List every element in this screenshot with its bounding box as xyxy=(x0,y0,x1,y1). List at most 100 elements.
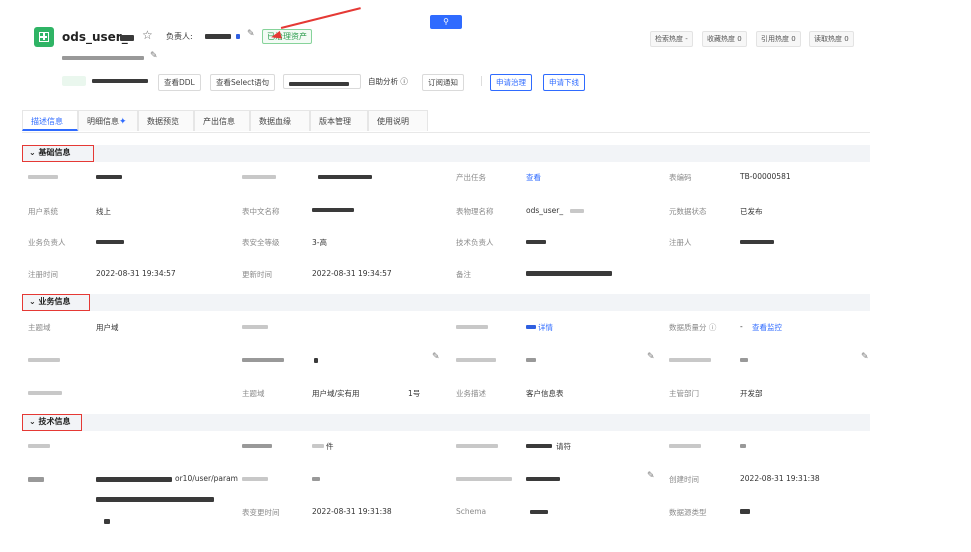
output-task-label: 产出任务 xyxy=(456,173,486,182)
biz-link-redacted xyxy=(526,325,536,329)
edit-field-2-pencil-icon[interactable]: ✎ xyxy=(647,352,655,362)
table-code-label: 表编码 xyxy=(669,173,692,182)
subscribe-button[interactable]: 订阅通知 xyxy=(422,74,464,91)
biz-row2-label-redacted xyxy=(28,358,60,362)
metric-search-heat: 检索热度 - xyxy=(650,31,693,47)
business-section-header[interactable]: ⌄ 业务信息 xyxy=(22,294,90,311)
governed-asset-tag: 已治理资产 xyxy=(262,29,312,44)
biz-owner-redacted xyxy=(96,240,124,244)
metric-read-heat: 读取热度 0 xyxy=(809,31,854,47)
tech-owner-label: 技术负责人 xyxy=(456,238,494,247)
security-label: 表安全等级 xyxy=(242,238,280,247)
auto-analysis-button[interactable]: 自助分析 ⓘ xyxy=(368,76,408,87)
biz-desc-label: 业务描述 xyxy=(456,389,486,398)
toolbar-divider xyxy=(481,76,482,86)
subject-value: 用户域 xyxy=(96,323,119,332)
subject2-value: 用户域/实有用 xyxy=(312,389,360,398)
tech-row2-value2-redacted xyxy=(312,477,320,481)
table-code-value: TB-00000581 xyxy=(740,172,791,181)
schema-value-redacted xyxy=(530,510,548,514)
table-description-redacted xyxy=(62,56,144,60)
view-ddl-button[interactable]: 查看DDL xyxy=(158,74,201,91)
update-time-value: 2022-08-31 19:34:57 xyxy=(312,269,392,278)
edit-field-3-pencil-icon[interactable]: ✎ xyxy=(861,352,869,362)
biz-owner-label: 业务负责人 xyxy=(28,238,66,247)
tech-row2-label-redacted xyxy=(28,477,44,482)
schema-label: Schema xyxy=(456,507,487,516)
biz-row2-label4-redacted xyxy=(669,358,711,362)
phys-name-value: ods_user_ xyxy=(526,206,564,215)
tab-preview[interactable]: 数据预览 xyxy=(138,110,194,131)
biz-desc-value: 客户信息表 xyxy=(526,389,564,398)
toolbar-redacted-button[interactable] xyxy=(283,74,361,89)
tech-row1-label2-redacted xyxy=(242,444,272,448)
tech-row1-value3-redacted xyxy=(526,444,552,448)
edit-field-1-pencil-icon[interactable]: ✎ xyxy=(432,352,440,362)
basic-section-header[interactable]: ⌄ 基础信息 xyxy=(22,145,94,162)
tech-format-suffix: 请符 xyxy=(556,442,571,451)
tech-path-redacted xyxy=(96,477,172,482)
subject2-suffix: 1号 xyxy=(408,389,421,398)
tab-description[interactable]: 描述信息 xyxy=(22,110,78,131)
edit-tech-field-pencil-icon[interactable]: ✎ xyxy=(647,471,655,481)
basic-section-bar xyxy=(22,145,870,162)
biz-row2-value-redacted xyxy=(314,358,318,363)
tab-usage[interactable]: 使用说明 xyxy=(368,110,428,131)
tech-row1-value4-redacted xyxy=(740,444,746,448)
edit-owner-pencil-icon[interactable]: ✎ xyxy=(247,29,255,39)
tab-lineage[interactable]: 数据血缘 xyxy=(250,110,310,131)
change-time-value: 2022-08-31 19:31:38 xyxy=(312,507,392,516)
basic-label-1-redacted xyxy=(28,175,58,179)
basic-label-2-redacted xyxy=(242,175,276,179)
edit-description-pencil-icon[interactable]: ✎ xyxy=(150,51,158,61)
basic-value-2-redacted xyxy=(318,175,372,179)
output-task-link[interactable]: 查看 xyxy=(526,172,541,183)
owner-label: 负责人: xyxy=(166,32,193,41)
tech-file-suffix: 件 xyxy=(326,442,334,451)
tech-owner-redacted xyxy=(526,240,546,244)
biz-label-2-redacted xyxy=(242,325,268,329)
owner-dot xyxy=(236,34,240,39)
detail-tabs: 描述信息 明细信息✦ 数据预览 产出信息 数据血缘 版本管理 使用说明 xyxy=(22,110,870,133)
view-monitor-link[interactable]: 查看监控 xyxy=(752,322,782,333)
pin-icon: ✦ xyxy=(119,117,127,127)
apply-governance-button[interactable]: 申请治理 xyxy=(490,74,532,91)
user-system-label: 用户系统 xyxy=(28,207,58,216)
phys-name-label: 表物理名称 xyxy=(456,207,494,216)
created-time-value: 2022-08-31 19:31:38 xyxy=(740,474,820,483)
tab-detail[interactable]: 明细信息✦ xyxy=(78,110,138,131)
search-button[interactable]: ⚲ xyxy=(430,15,462,29)
tech-row2-label2-redacted xyxy=(242,477,268,481)
update-time-label: 更新时间 xyxy=(242,270,272,279)
apply-offline-button[interactable]: 申请下线 xyxy=(543,74,585,91)
tab-version[interactable]: 版本管理 xyxy=(310,110,368,131)
owner-redacted xyxy=(205,34,231,39)
view-select-button[interactable]: 查看Select语句 xyxy=(210,74,276,91)
technical-section-bar xyxy=(22,414,870,431)
biz-detail-link[interactable]: 详情 xyxy=(538,322,553,333)
metric-reference-heat: 引用热度 0 xyxy=(756,31,801,47)
biz-row2-value3-redacted xyxy=(526,358,536,362)
quality-label: 数据质量分 ⓘ xyxy=(669,323,717,332)
phys-name-redacted xyxy=(570,209,584,213)
cn-name-redacted xyxy=(312,208,354,212)
favorite-star-icon[interactable]: ☆ xyxy=(142,28,153,42)
toolbar-redacted-1 xyxy=(92,79,148,83)
user-system-value: 线上 xyxy=(96,207,111,216)
remark-label: 备注 xyxy=(456,270,471,279)
metric-favorite-heat: 收藏热度 0 xyxy=(702,31,747,47)
registrant-redacted xyxy=(740,240,774,244)
biz-row2-label3-redacted xyxy=(456,358,496,362)
tech-path-value: or10/user/param xyxy=(175,474,238,483)
tech-row1-label4-redacted xyxy=(669,444,701,448)
tab-output[interactable]: 产出信息 xyxy=(194,110,250,131)
env-chip xyxy=(62,76,86,86)
tech-path-line3-redacted xyxy=(104,519,110,524)
biz-row3-label-redacted xyxy=(28,391,62,395)
tech-path-line2-redacted xyxy=(96,497,214,502)
subject-label: 主题域 xyxy=(28,323,51,332)
table-title: ods_user_ xyxy=(62,30,128,44)
technical-section-header[interactable]: ⌄ 技术信息 xyxy=(22,414,82,431)
reg-time-label: 注册时间 xyxy=(28,270,58,279)
tech-row1-label3-redacted xyxy=(456,444,498,448)
